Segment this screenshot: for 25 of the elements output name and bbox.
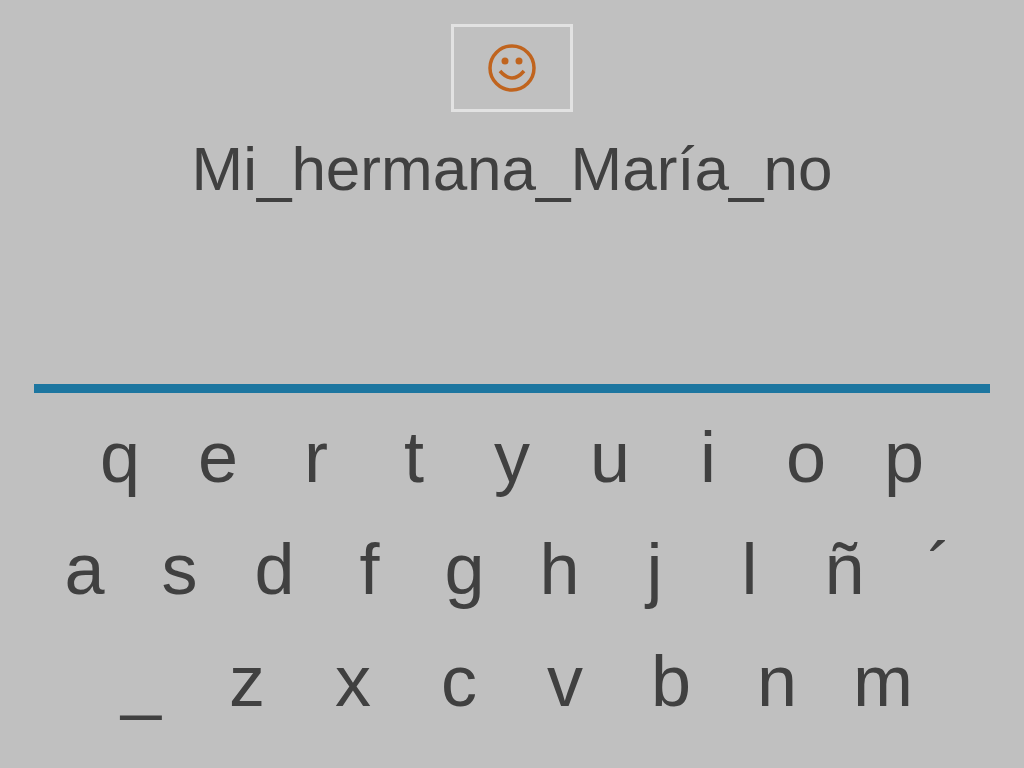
letter-key[interactable]: e bbox=[169, 421, 267, 494]
letter-key[interactable]: ´ bbox=[892, 533, 987, 606]
letter-key[interactable]: a bbox=[37, 533, 132, 606]
letter-key[interactable]: _ bbox=[88, 645, 194, 718]
letter-key[interactable]: t bbox=[365, 421, 463, 494]
letter-key[interactable]: u bbox=[561, 421, 659, 494]
letter-key[interactable]: o bbox=[757, 421, 855, 494]
smiley-button[interactable] bbox=[451, 24, 573, 112]
letter-key[interactable]: r bbox=[267, 421, 365, 494]
letter-key[interactable]: ñ bbox=[797, 533, 892, 606]
letter-key[interactable]: s bbox=[132, 533, 227, 606]
letter-key[interactable]: z bbox=[194, 645, 300, 718]
letter-key[interactable]: i bbox=[659, 421, 757, 494]
letter-key[interactable]: c bbox=[406, 645, 512, 718]
letter-key[interactable]: h bbox=[512, 533, 607, 606]
letter-key[interactable]: f bbox=[322, 533, 417, 606]
letter-key[interactable]: m bbox=[830, 645, 936, 718]
letter-key[interactable]: v bbox=[512, 645, 618, 718]
letter-key[interactable]: x bbox=[300, 645, 406, 718]
smiley-icon bbox=[487, 43, 537, 93]
sentence-text: Mi_hermana_María_no bbox=[191, 133, 833, 205]
letter-key[interactable]: b bbox=[618, 645, 724, 718]
letter-key[interactable]: n bbox=[724, 645, 830, 718]
letter-key[interactable]: l bbox=[702, 533, 797, 606]
letter-key[interactable]: d bbox=[227, 533, 322, 606]
